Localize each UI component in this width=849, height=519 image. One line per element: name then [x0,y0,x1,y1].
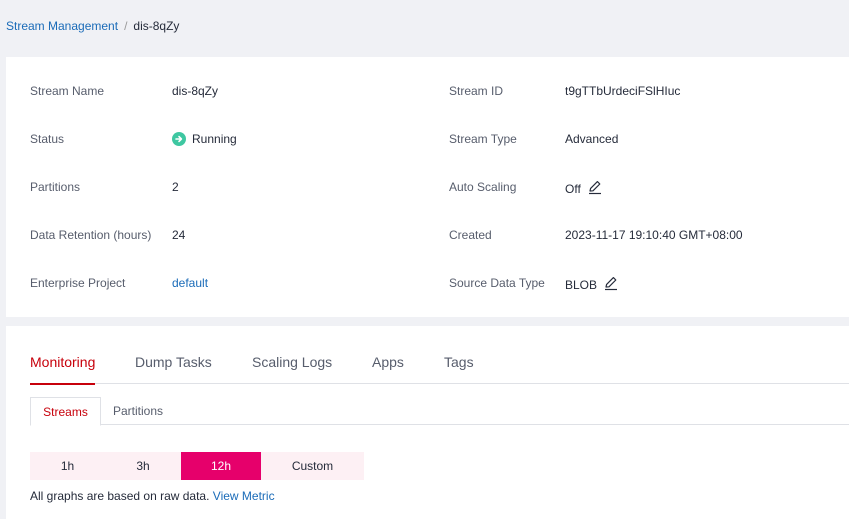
info-row-partitions: Partitions 2 Auto Scaling Off [6,177,849,197]
status-value: Running [172,132,237,146]
raw-data-note: All graphs are based on raw data. View M… [30,489,275,503]
breadcrumb-current: dis-8qZy [133,19,180,33]
partitions-value: 2 [172,180,179,194]
range-custom-button[interactable]: Custom [261,452,364,480]
view-metric-link[interactable]: View Metric [213,489,275,503]
created-value: 2023-11-17 19:10:40 GMT+08:00 [565,228,743,242]
edit-auto-scaling-icon[interactable] [587,179,603,195]
enterprise-project-label: Enterprise Project [30,276,126,290]
tab-monitoring[interactable]: Monitoring [30,354,96,385]
status-text: Running [192,132,237,146]
range-12h-button[interactable]: 12h [181,452,261,480]
info-row-enterprise: Enterprise Project default Source Data T… [6,273,849,293]
info-row-name: Stream Name dis-8qZy Stream ID t9gTTbUrd… [6,81,849,101]
stream-type-value: Advanced [565,132,619,146]
stream-info-card: Stream Name dis-8qZy Stream ID t9gTTbUrd… [6,57,849,317]
stream-id-value: t9gTTbUrdeciFSlHIuc [565,84,681,98]
source-data-type-text: BLOB [565,277,598,292]
tab-scaling-logs[interactable]: Scaling Logs [252,354,332,384]
stream-type-label: Stream Type [449,132,517,146]
tab-dump-tasks[interactable]: Dump Tasks [135,354,212,384]
subtab-partitions[interactable]: Partitions [103,397,173,425]
auto-scaling-label: Auto Scaling [449,180,517,194]
subtab-streams[interactable]: Streams [30,397,101,426]
info-row-retention: Data Retention (hours) 24 Created 2023-1… [6,225,849,245]
breadcrumb: Stream Management / dis-8qZy [6,19,179,33]
info-row-status: Status Running Stream Type Advanced [6,129,849,149]
raw-data-note-text: All graphs are based on raw data. [30,489,210,503]
time-range-selector: 1h 3h 12h Custom [30,452,364,480]
status-label: Status [30,132,65,146]
stream-name-value: dis-8qZy [172,84,219,98]
tab-apps[interactable]: Apps [372,354,404,384]
range-1h-button[interactable]: 1h [30,452,105,480]
stream-id-label: Stream ID [449,84,504,98]
stream-name-label: Stream Name [30,84,105,98]
partitions-label: Partitions [30,180,81,194]
range-3h-button[interactable]: 3h [105,452,181,480]
breadcrumb-stream-management[interactable]: Stream Management [6,19,118,33]
created-label: Created [449,228,492,242]
edit-source-data-type-icon[interactable] [603,275,619,291]
breadcrumb-separator: / [124,19,128,33]
retention-label: Data Retention (hours) [30,228,152,242]
tab-tags[interactable]: Tags [444,354,474,384]
source-data-type-label: Source Data Type [449,276,545,290]
auto-scaling-value: Off [565,179,603,196]
source-data-type-value: BLOB [565,275,619,292]
main-tabs: Monitoring Dump Tasks Scaling Logs Apps … [30,354,849,385]
enterprise-project-value: default [172,276,208,290]
monitoring-card: Monitoring Dump Tasks Scaling Logs Apps … [6,326,849,519]
enterprise-project-link[interactable]: default [172,276,208,290]
auto-scaling-text: Off [565,181,581,196]
running-arrow-icon [172,132,186,146]
retention-value: 24 [172,228,186,242]
sub-tabs: Streams Partitions [30,397,849,426]
